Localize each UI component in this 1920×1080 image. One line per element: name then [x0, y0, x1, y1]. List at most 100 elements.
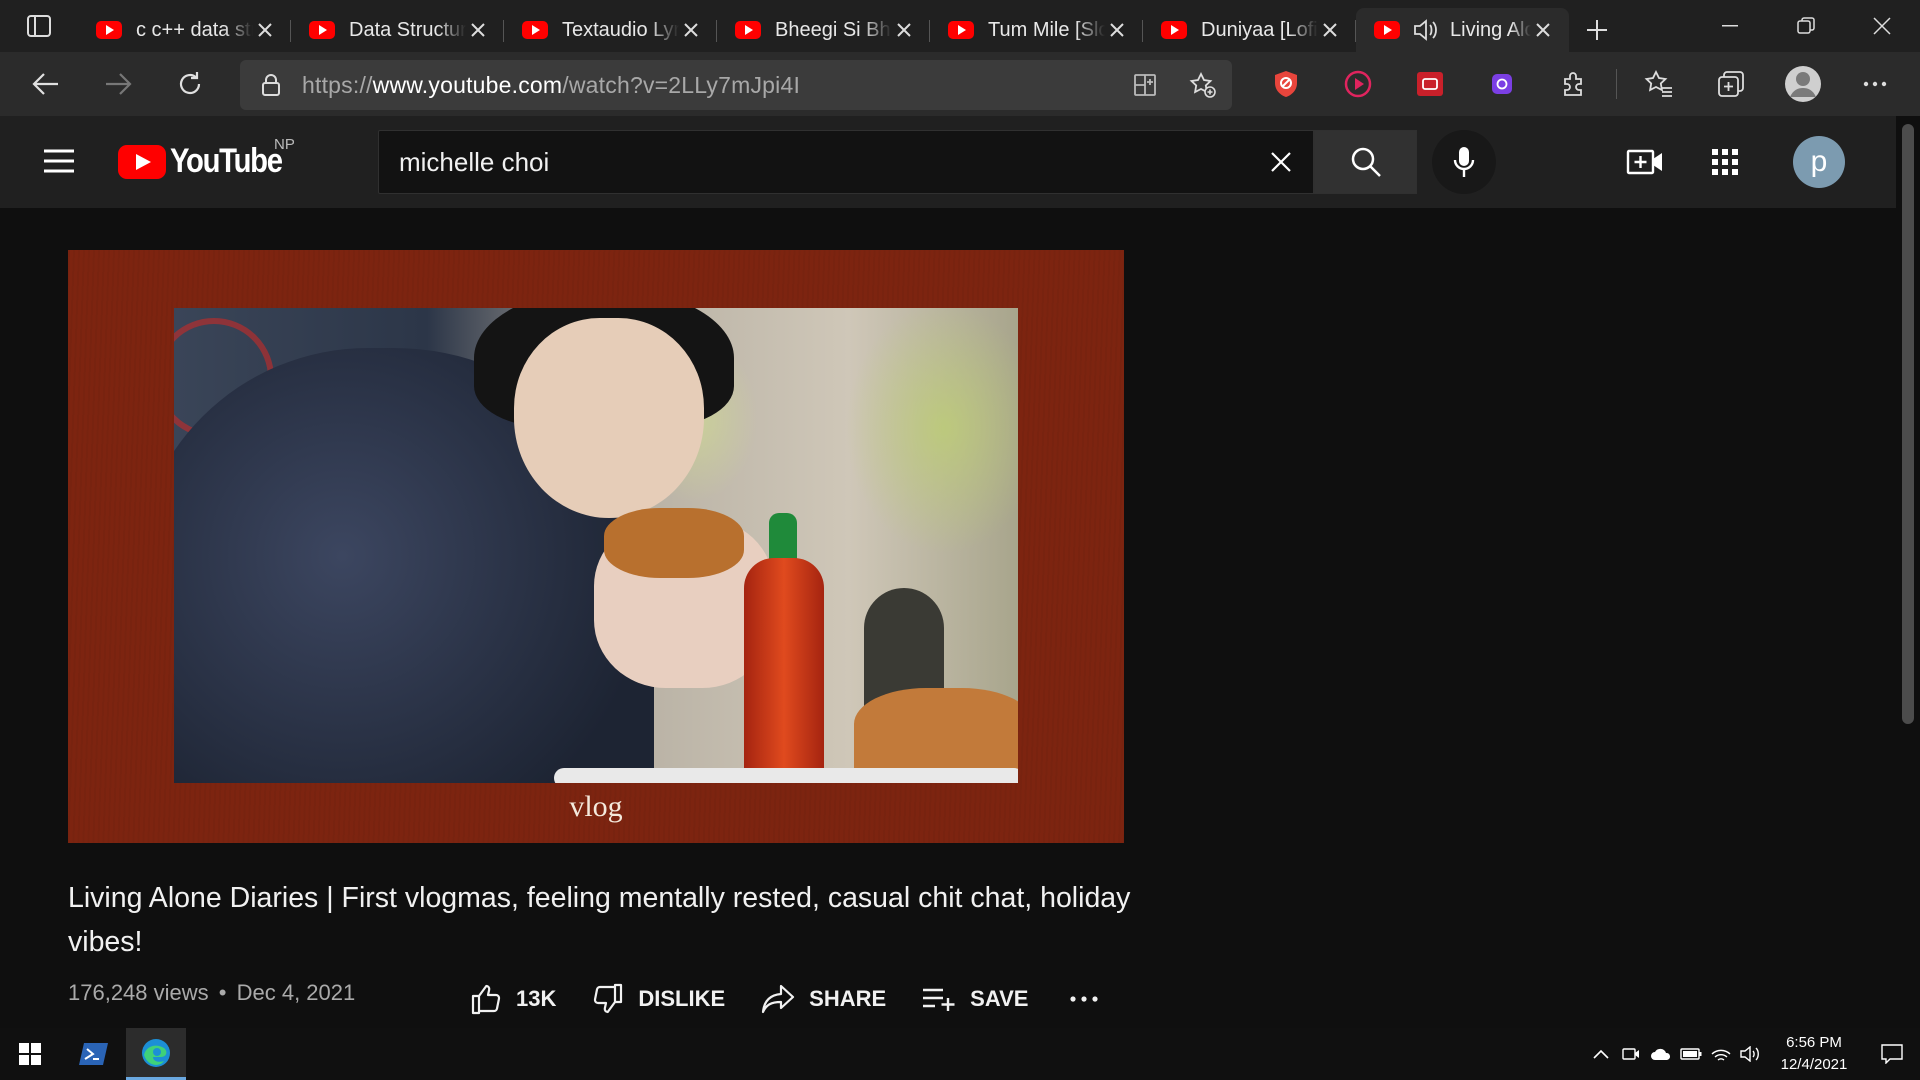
browser-tab-6[interactable]: Duniyaa [Lofi]: [1143, 8, 1356, 52]
browser-tab-4[interactable]: Bheegi Si Bhaagi: [717, 8, 930, 52]
tab-close-icon[interactable]: [1105, 18, 1129, 42]
close-window-button[interactable]: [1844, 0, 1920, 52]
browser-toolbar: https://www.youtube.com/watch?v=2LLy7mJp…: [0, 52, 1920, 116]
browser-tab-3[interactable]: Textaudio Lyrics: [504, 8, 717, 52]
tab-close-icon[interactable]: [466, 18, 490, 42]
restore-button[interactable]: [1768, 0, 1844, 52]
windows-logo-icon: [19, 1043, 41, 1065]
meta-separator: •: [218, 980, 227, 1005]
voice-search-button[interactable]: [1432, 130, 1496, 194]
search-bar[interactable]: michelle choi: [378, 130, 1314, 194]
minimize-button[interactable]: [1692, 0, 1768, 52]
network-button[interactable]: [1706, 1028, 1736, 1080]
dislike-label: DISLIKE: [638, 986, 726, 1011]
show-hidden-icons-button[interactable]: [1586, 1028, 1616, 1080]
volume-icon: [1740, 1046, 1759, 1062]
profile-button[interactable]: [1767, 52, 1839, 116]
notification-center-button[interactable]: [1864, 1028, 1920, 1080]
extensions-button[interactable]: [1538, 52, 1610, 116]
share-button[interactable]: SHARE: [761, 984, 886, 1014]
search-input[interactable]: michelle choi: [379, 147, 1249, 178]
create-video-button[interactable]: [1623, 140, 1667, 184]
browser-tab-5[interactable]: Tum Mile [Slowed]: [930, 8, 1143, 52]
more-horizontal-icon: [1863, 81, 1887, 87]
taskbar-powershell[interactable]: [64, 1028, 124, 1080]
video-info: 176,248 views • Dec 4, 2021: [68, 980, 355, 1006]
collections-button[interactable]: [1695, 52, 1767, 116]
microphone-icon: [1453, 147, 1475, 177]
play-extension-button[interactable]: [1322, 52, 1394, 116]
extensions-area: [1250, 52, 1911, 116]
video-scene-food-plate: [854, 688, 1018, 778]
account-avatar[interactable]: p: [1793, 136, 1845, 188]
onedrive-button[interactable]: [1646, 1028, 1676, 1080]
scrollbar-thumb[interactable]: [1902, 124, 1914, 724]
favorites-button[interactable]: [1623, 52, 1695, 116]
tab-title: Living Alone Diaries: [1450, 18, 1531, 41]
speaker-icon[interactable]: [1412, 18, 1440, 42]
meet-now-button[interactable]: [1616, 1028, 1646, 1080]
share-label: SHARE: [809, 986, 887, 1011]
search-button[interactable]: [1314, 130, 1417, 194]
battery-button[interactable]: [1676, 1028, 1706, 1080]
tab-title: Textaudio Lyrics: [562, 18, 679, 41]
youtube-favicon-icon: [309, 21, 335, 39]
guide-menu-button[interactable]: [38, 146, 80, 176]
like-button[interactable]: 13K: [470, 983, 556, 1015]
video-frame[interactable]: [174, 308, 1018, 783]
url-text[interactable]: https://www.youtube.com/watch?v=2LLy7mJp…: [302, 72, 1116, 99]
plus-icon: [1587, 20, 1607, 40]
app-available-button[interactable]: [1116, 60, 1174, 110]
favorites-star-icon: [1644, 70, 1672, 97]
tab-actions-button[interactable]: [0, 0, 78, 52]
lock-icon[interactable]: [240, 73, 302, 97]
forward-button[interactable]: [82, 52, 154, 116]
view-count: 176,248 views: [68, 980, 209, 1005]
notification-icon: [1881, 1044, 1903, 1064]
dislike-button[interactable]: DISLIKE: [592, 983, 725, 1015]
tab-close-icon[interactable]: [253, 18, 277, 42]
youtube-logo[interactable]: YouTube NP: [118, 136, 300, 181]
video-extension-button[interactable]: [1394, 52, 1466, 116]
refresh-icon: [179, 72, 201, 95]
settings-more-button[interactable]: [1839, 52, 1911, 116]
shield-extension-button[interactable]: [1250, 52, 1322, 116]
back-button[interactable]: [10, 52, 82, 116]
windows-taskbar: 6:56 PM 12/4/2021: [0, 1028, 1920, 1080]
taskbar-clock[interactable]: 6:56 PM 12/4/2021: [1764, 1032, 1864, 1076]
new-tab-button[interactable]: [1569, 8, 1625, 52]
volume-button[interactable]: [1736, 1028, 1766, 1080]
video-scene-food: [604, 508, 744, 578]
cloud-icon: [1651, 1048, 1671, 1060]
tab-close-icon[interactable]: [679, 18, 703, 42]
video-caption: vlog: [569, 790, 623, 823]
purple-extension-button[interactable]: [1466, 52, 1538, 116]
video-player[interactable]: vlog: [68, 250, 1124, 843]
star-plus-icon: [1189, 71, 1216, 98]
close-icon: [1271, 152, 1291, 172]
more-actions-button[interactable]: [1064, 979, 1104, 1019]
refresh-button[interactable]: [154, 52, 226, 116]
forward-arrow-icon: [106, 73, 132, 95]
youtube-favicon-icon: [96, 21, 122, 39]
youtube-apps-button[interactable]: [1703, 140, 1747, 184]
start-button[interactable]: [0, 1028, 60, 1080]
add-favorite-button[interactable]: [1174, 60, 1232, 110]
video-box-icon: [1417, 72, 1443, 96]
tab-close-icon[interactable]: [1318, 18, 1342, 42]
battery-icon: [1680, 1048, 1702, 1060]
browser-tab-1[interactable]: c c++ data structures: [78, 8, 291, 52]
browser-tab-2[interactable]: Data Structures: [291, 8, 504, 52]
tab-close-icon[interactable]: [892, 18, 916, 42]
clock-time: 6:56 PM: [1786, 1034, 1842, 1051]
save-button[interactable]: SAVE: [922, 986, 1028, 1012]
video-scene-sauce-bottle: [744, 558, 824, 783]
clear-search-button[interactable]: [1249, 130, 1313, 194]
browser-tab-active[interactable]: Living Alone Diaries: [1356, 8, 1569, 52]
tab-close-icon[interactable]: [1531, 18, 1555, 42]
shield-icon: [1275, 71, 1297, 97]
country-code: NP: [274, 136, 295, 153]
camera-tray-icon: [1622, 1048, 1639, 1060]
taskbar-edge[interactable]: [126, 1028, 186, 1080]
address-bar[interactable]: https://www.youtube.com/watch?v=2LLy7mJp…: [240, 60, 1232, 110]
